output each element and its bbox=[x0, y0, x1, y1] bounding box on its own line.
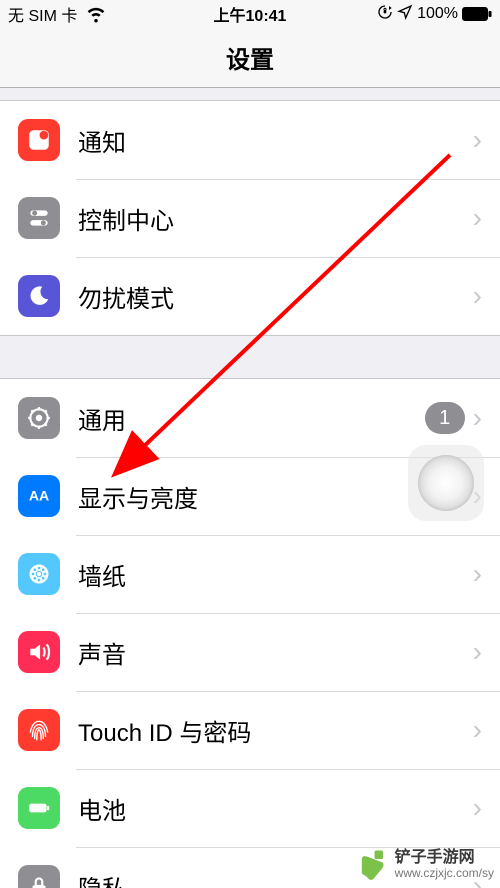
row-do-not-disturb[interactable]: 勿扰模式 › bbox=[0, 257, 500, 335]
sound-icon bbox=[18, 631, 60, 673]
chevron-right-icon: › bbox=[473, 558, 482, 590]
page-title: 设置 bbox=[226, 40, 274, 75]
battery-icon bbox=[462, 7, 492, 21]
svg-text:AA: AA bbox=[29, 487, 49, 503]
row-battery[interactable]: 电池 › bbox=[0, 769, 500, 847]
chevron-right-icon: › bbox=[473, 714, 482, 746]
watermark-name: 铲子手游网 bbox=[395, 850, 494, 867]
carrier-text: 无 SIM 卡 bbox=[8, 2, 77, 26]
row-touch-id[interactable]: Touch ID 与密码 › bbox=[0, 691, 500, 769]
row-label: 勿扰模式 bbox=[78, 279, 465, 314]
chevron-right-icon: › bbox=[473, 124, 482, 156]
dnd-icon bbox=[18, 275, 60, 317]
row-label: 电池 bbox=[78, 791, 465, 826]
wifi-icon bbox=[83, 0, 109, 30]
status-bar: 无 SIM 卡 上午10:41 100% bbox=[0, 0, 500, 28]
badge-count: 1 bbox=[425, 402, 465, 434]
control-center-icon bbox=[18, 197, 60, 239]
chevron-right-icon: › bbox=[473, 280, 482, 312]
navbar: 设置 bbox=[0, 28, 500, 88]
watermark: 铲子手游网 www.czjxjc.com/sy bbox=[355, 848, 494, 882]
watermark-url: www.czjxjc.com/sy bbox=[395, 866, 494, 880]
chevron-right-icon: › bbox=[473, 202, 482, 234]
settings-group-1: 通知 › 控制中心 › 勿扰模式 › bbox=[0, 100, 500, 336]
row-wallpaper[interactable]: 墙纸 › bbox=[0, 535, 500, 613]
general-icon bbox=[18, 397, 60, 439]
chevron-right-icon: › bbox=[473, 402, 482, 434]
assistive-touch-button[interactable] bbox=[408, 445, 484, 521]
wallpaper-icon bbox=[18, 553, 60, 595]
touchid-icon bbox=[18, 709, 60, 751]
row-label: 通用 bbox=[78, 401, 425, 436]
assistive-touch-inner bbox=[418, 455, 474, 511]
row-label: 通知 bbox=[78, 123, 465, 158]
orientation-lock-icon bbox=[377, 4, 393, 25]
row-label: 墙纸 bbox=[78, 557, 465, 592]
watermark-logo bbox=[355, 848, 389, 882]
privacy-icon bbox=[18, 865, 60, 888]
row-label: Touch ID 与密码 bbox=[78, 713, 465, 748]
row-label: 声音 bbox=[78, 635, 465, 670]
row-notifications[interactable]: 通知 › bbox=[0, 101, 500, 179]
chevron-right-icon: › bbox=[473, 792, 482, 824]
location-icon bbox=[397, 4, 413, 25]
row-label: 显示与亮度 bbox=[78, 479, 465, 514]
row-control-center[interactable]: 控制中心 › bbox=[0, 179, 500, 257]
display-icon: AA bbox=[18, 475, 60, 517]
notifications-icon bbox=[18, 119, 60, 161]
chevron-right-icon: › bbox=[473, 636, 482, 668]
battery-percent: 100% bbox=[417, 5, 458, 23]
row-label: 控制中心 bbox=[78, 201, 465, 236]
row-sounds[interactable]: 声音 › bbox=[0, 613, 500, 691]
battery-settings-icon bbox=[18, 787, 60, 829]
